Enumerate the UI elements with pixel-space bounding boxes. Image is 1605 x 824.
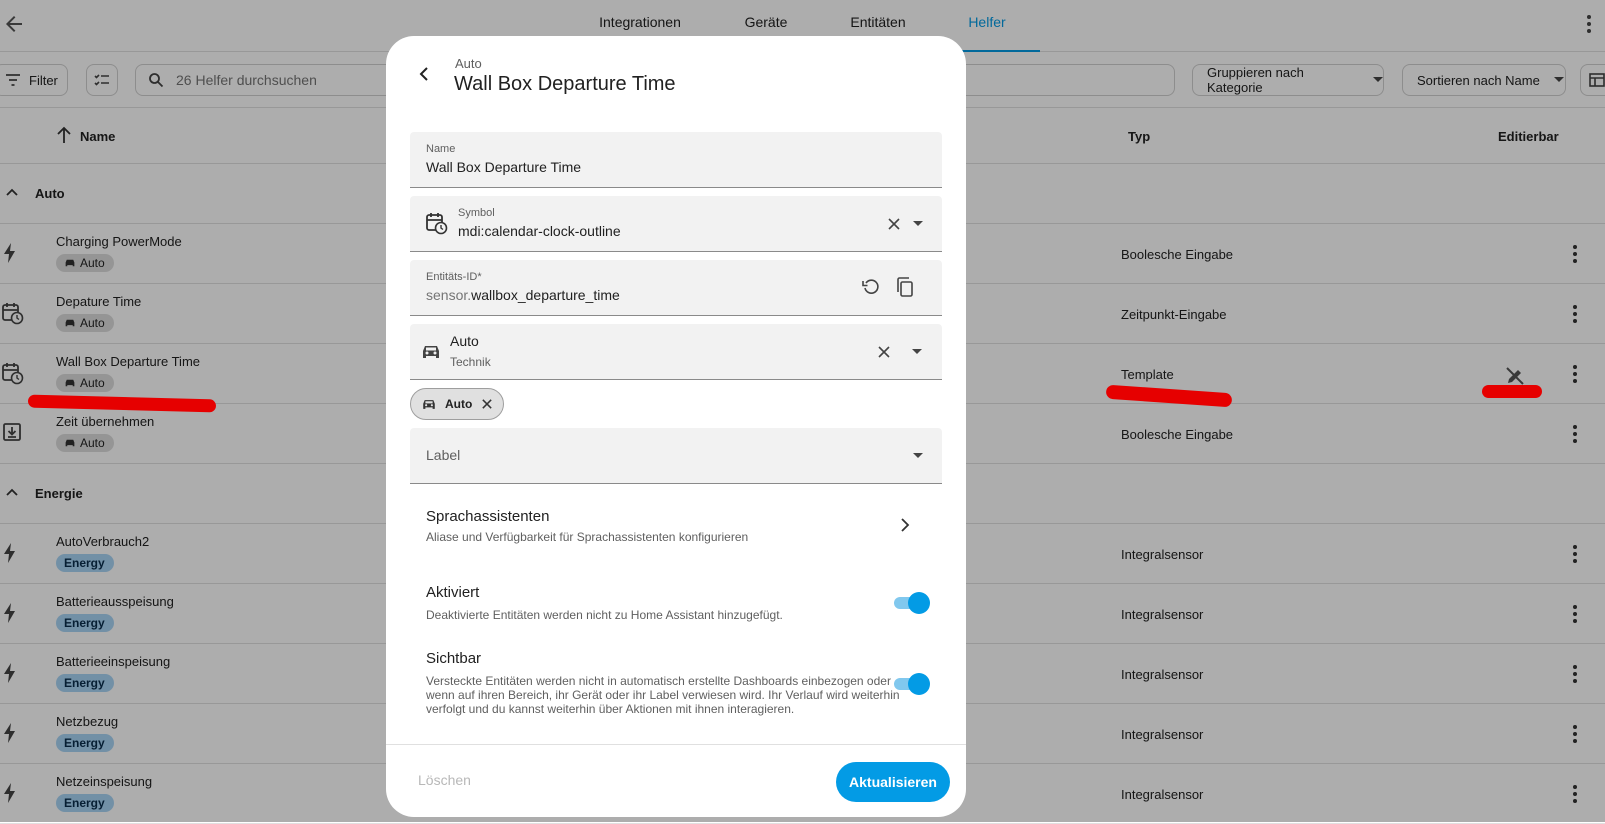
label-picker[interactable]: Label — [410, 428, 942, 484]
update-button[interactable]: Aktualisieren — [836, 762, 950, 802]
dialog-subtitle: Auto — [455, 56, 482, 71]
clear-icon[interactable] — [878, 346, 890, 358]
area-chip-label: Auto — [445, 397, 473, 411]
area-picker[interactable]: Auto Technik — [410, 324, 942, 380]
area-chip[interactable]: Auto — [410, 388, 504, 420]
entity-id-field[interactable]: Entitäts-ID* sensor.wallbox_departure_ti… — [410, 260, 942, 316]
copy-icon[interactable] — [896, 277, 914, 297]
dialog-footer-divider — [386, 744, 966, 745]
entity-id-value: wallbox_departure_time — [471, 287, 620, 303]
caret-down-icon[interactable] — [912, 349, 922, 355]
voice-assistants-row[interactable]: Sprachassistenten Aliase und Verfügbarke… — [410, 498, 942, 560]
car-icon — [420, 343, 442, 361]
icon-field-value: mdi:calendar-clock-outline — [458, 223, 621, 239]
delete-button[interactable]: Löschen — [418, 772, 471, 788]
caret-down-icon[interactable] — [913, 453, 923, 459]
clear-icon[interactable] — [888, 218, 900, 230]
entity-id-prefix: sensor. — [426, 287, 472, 303]
entity-id-label: Entitäts-ID* — [426, 271, 482, 283]
annotation-scribble — [1482, 385, 1542, 398]
name-field[interactable]: Name Wall Box Departure Time — [410, 132, 942, 188]
label-picker-placeholder: Label — [426, 447, 461, 463]
voice-assistants-title: Sprachassistenten — [426, 508, 550, 525]
area-value: Auto — [450, 333, 479, 349]
back-chevron-icon[interactable] — [418, 66, 430, 82]
restore-icon[interactable] — [862, 278, 880, 296]
icon-field-label: Symbol — [458, 207, 495, 219]
entity-settings-dialog: Auto Wall Box Departure Time Name Wall B… — [386, 36, 966, 817]
calendar-clock-outline-icon — [426, 212, 448, 236]
car-icon — [421, 398, 437, 411]
name-field-value: Wall Box Departure Time — [426, 159, 582, 175]
voice-assistants-subtitle: Aliase und Verfügbarkeit für Sprachassis… — [426, 530, 749, 544]
icon-field[interactable]: Symbol mdi:calendar-clock-outline — [410, 196, 942, 252]
area-floor: Technik — [450, 355, 491, 369]
chevron-right-icon — [900, 518, 910, 532]
enabled-toggle[interactable] — [892, 591, 930, 614]
name-field-label: Name — [426, 143, 456, 155]
caret-down-icon[interactable] — [913, 221, 923, 227]
visible-title: Sichtbar — [426, 650, 482, 667]
close-icon[interactable] — [482, 399, 493, 409]
enabled-subtitle: Deaktivierte Entitäten werden nicht zu H… — [426, 608, 783, 622]
visible-toggle[interactable] — [892, 672, 930, 695]
visible-subtitle: Versteckte Entitäten werden nicht in aut… — [426, 674, 900, 716]
dialog-title: Wall Box Departure Time — [454, 73, 676, 95]
enabled-title: Aktiviert — [426, 584, 480, 601]
